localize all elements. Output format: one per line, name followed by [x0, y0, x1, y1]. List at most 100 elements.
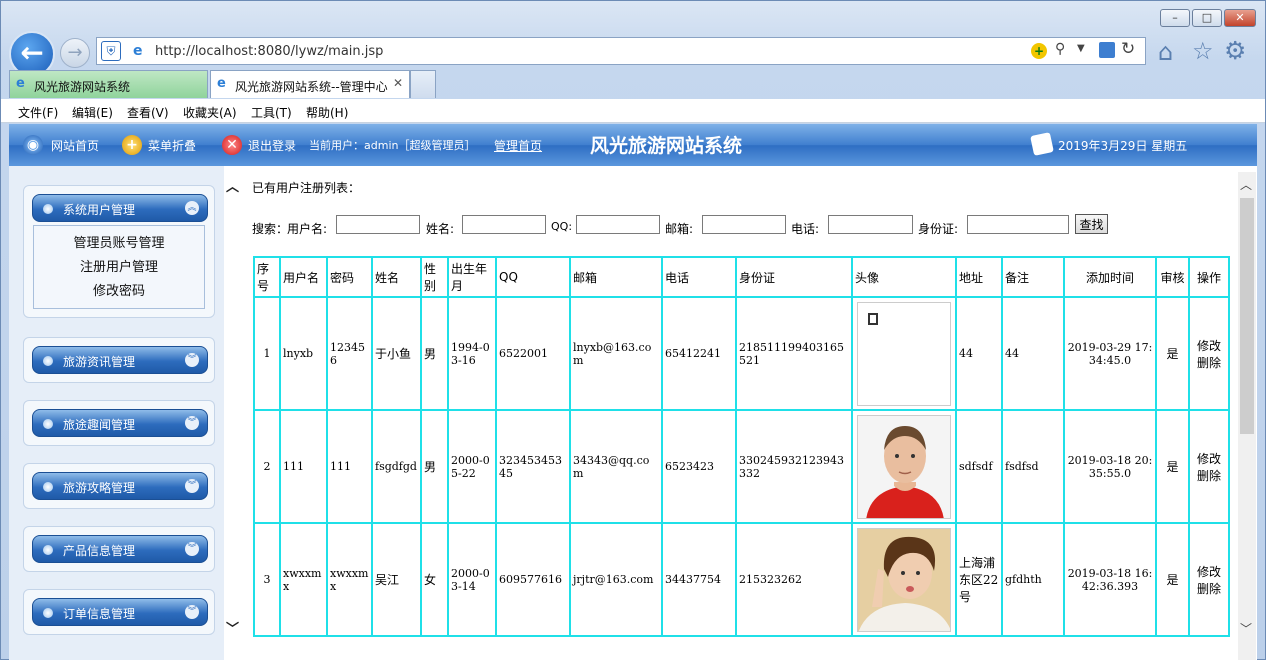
tab-site[interactable]: e 风光旅游网站系统	[9, 70, 208, 98]
sidebar-group-header[interactable]: 旅游资讯管理 ︾	[32, 346, 208, 374]
avatar-photo	[857, 527, 951, 632]
edit-link[interactable]: 修改	[1192, 337, 1226, 354]
sidebar-item-registered-users[interactable]: 注册用户管理	[34, 256, 204, 280]
idcard-search-input[interactable]	[967, 215, 1069, 234]
delete-link[interactable]: 删除	[1192, 467, 1226, 484]
calendar-icon	[1030, 132, 1054, 156]
qq-search-input[interactable]	[576, 215, 660, 234]
cell-username: xwxxmx	[279, 522, 328, 637]
bullet-icon	[43, 482, 53, 492]
tab-admin[interactable]: e 风光旅游网站系统--管理中心 ✕	[210, 70, 410, 98]
search-button[interactable]: 查找	[1075, 214, 1108, 234]
menu-collapse-link[interactable]: 菜单折叠	[148, 137, 196, 154]
delete-link[interactable]: 删除	[1192, 354, 1226, 371]
tab-label: 风光旅游网站系统--管理中心	[235, 80, 388, 94]
cell-audit: 是	[1155, 522, 1190, 637]
home-icon[interactable]: ⌂	[1158, 38, 1173, 66]
menu-file[interactable]: 文件(F)	[18, 104, 58, 121]
bullet-icon	[43, 545, 53, 555]
cell-name: fsgdfgd	[371, 409, 422, 524]
menu-help[interactable]: 帮助(H)	[306, 104, 348, 121]
sidebar-group-header[interactable]: 系统用户管理 ︽	[32, 194, 208, 222]
refresh-icon[interactable]: ↻	[1121, 39, 1135, 59]
sidebar-item-admin-accounts[interactable]: 管理员账号管理	[34, 232, 204, 256]
email-search-input[interactable]	[702, 215, 786, 234]
edit-link[interactable]: 修改	[1192, 450, 1226, 467]
username-label: 用户名:	[287, 222, 328, 236]
menu-favorites[interactable]: 收藏夹(A)	[183, 104, 237, 121]
sidebar-group-travel-guides: 旅游攻略管理 ︾	[23, 463, 215, 509]
page-heading: 已有用户注册列表：	[252, 181, 361, 195]
logout-icon: ✕	[222, 135, 242, 155]
cell-no: 2	[253, 409, 281, 524]
cell-qq: 32345345345	[495, 409, 571, 524]
username-search-input[interactable]	[336, 215, 420, 234]
col-username: 用户名	[279, 256, 328, 298]
menu-edit[interactable]: 编辑(E)	[72, 104, 113, 121]
cell-phone: 65412241	[661, 296, 737, 411]
chevron-down-icon[interactable]: ▼	[1077, 43, 1085, 54]
scroll-up-icon[interactable]: ︿	[1240, 176, 1252, 193]
cell-avatar	[851, 522, 957, 637]
search-icon[interactable]: ⚲	[1055, 41, 1065, 57]
chevron-down-icon[interactable]: ︾	[185, 605, 199, 619]
cell-added: 2019-03-18 16:42:36.393	[1063, 522, 1157, 637]
phone-search-input[interactable]	[828, 215, 913, 234]
scroll-down-icon[interactable]: ﹀	[226, 618, 239, 637]
cell-idcard: 218511199403165521	[735, 296, 853, 411]
sidebar-group-header[interactable]: 产品信息管理 ︾	[32, 535, 208, 563]
cell-email: lnyxb@163.com	[569, 296, 663, 411]
menu-tools[interactable]: 工具(T)	[251, 104, 292, 121]
edit-link[interactable]: 修改	[1192, 563, 1226, 580]
forward-arrow-icon[interactable]: →	[60, 38, 90, 68]
sidebar-group-header[interactable]: 旅途趣闻管理 ︾	[32, 409, 208, 437]
site-home-link[interactable]: 网站首页	[51, 137, 99, 154]
cell-added: 2019-03-18 20:35:55.0	[1063, 409, 1157, 524]
admin-home-link[interactable]: 管理首页	[494, 137, 542, 154]
cell-password: xwxxmx	[326, 522, 373, 637]
new-tab-button[interactable]	[410, 70, 436, 98]
minimize-button[interactable]: –	[1160, 9, 1190, 27]
table-row: 2 111 111 fsgdfgd 男 2000-05-22 323453453…	[253, 409, 1230, 524]
chevron-down-icon[interactable]: ︾	[185, 542, 199, 556]
col-gender: 性别	[420, 256, 449, 298]
chevron-down-icon[interactable]: ︾	[185, 416, 199, 430]
close-tab-icon[interactable]: ✕	[393, 76, 403, 90]
current-user: 当前用户：admin［超级管理员］	[309, 139, 476, 152]
chevron-up-icon[interactable]: ︽	[185, 201, 199, 215]
email-label: 邮箱:	[665, 222, 694, 236]
logout-link[interactable]: 退出登录	[248, 137, 296, 154]
cell-username: 111	[279, 409, 328, 524]
compat-icon[interactable]: +	[1031, 43, 1047, 59]
table-row: 3 xwxxmx xwxxmx 吴江 女 2000-03-14 60957761…	[253, 522, 1230, 637]
maximize-button[interactable]: □	[1192, 9, 1222, 27]
gear-icon[interactable]: ⚙	[1224, 36, 1246, 65]
delete-link[interactable]: 删除	[1192, 580, 1226, 597]
sidebar-group-travel-news: 旅游资讯管理 ︾	[23, 337, 215, 383]
url-text[interactable]: http://localhost:8080/lywz/main.jsp	[155, 44, 383, 59]
scrollbar-thumb[interactable]	[1240, 198, 1254, 434]
cell-username: lnyxb	[279, 296, 328, 411]
avatar-man-image	[858, 415, 950, 518]
sidebar-item-change-password[interactable]: 修改密码	[34, 280, 204, 304]
shield-icon[interactable]: ⛨	[101, 41, 121, 61]
bullet-icon	[43, 204, 53, 214]
cell-avatar	[851, 296, 957, 411]
bullet-icon	[43, 608, 53, 618]
close-window-button[interactable]: ✕	[1224, 9, 1256, 27]
sidebar-group-header[interactable]: 旅游攻略管理 ︾	[32, 472, 208, 500]
scroll-up-icon[interactable]: ︿	[226, 176, 239, 195]
cell-birth: 2000-03-14	[447, 522, 497, 637]
chevron-down-icon[interactable]: ︾	[185, 353, 199, 367]
scroll-down-icon[interactable]: ﹀	[1240, 620, 1252, 637]
menu-view[interactable]: 查看(V)	[127, 104, 169, 121]
sidebar-group-header[interactable]: 订单信息管理 ︾	[32, 598, 208, 626]
cell-note: gfdhth	[1001, 522, 1065, 637]
image-icon[interactable]	[1099, 42, 1115, 58]
col-name: 姓名	[371, 256, 422, 298]
favorites-star-icon[interactable]: ☆	[1192, 37, 1214, 65]
avatar-empty	[857, 301, 951, 406]
address-bar[interactable]: ⛨ e http://localhost:8080/lywz/main.jsp …	[96, 37, 1146, 65]
name-search-input[interactable]	[462, 215, 546, 234]
chevron-down-icon[interactable]: ︾	[185, 479, 199, 493]
